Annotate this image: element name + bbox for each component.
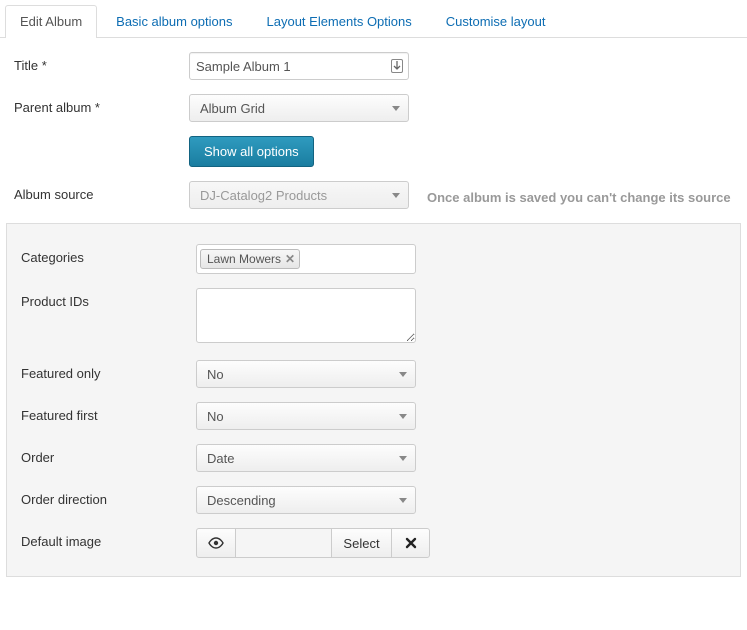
order-direction-select[interactable]: Descending xyxy=(196,486,416,514)
title-label: Title * xyxy=(14,52,189,73)
album-source-value: DJ-Catalog2 Products xyxy=(200,188,327,203)
default-image-path xyxy=(235,529,331,557)
tab-bar: Edit Album Basic album options Layout El… xyxy=(0,0,747,38)
chevron-down-icon xyxy=(392,106,400,111)
category-tag: Lawn Mowers ✕ xyxy=(200,249,300,269)
album-source-hint: Once album is saved you can't change its… xyxy=(427,185,731,205)
default-image-group: Select xyxy=(196,528,430,558)
select-image-button[interactable]: Select xyxy=(331,529,391,557)
productids-label: Product IDs xyxy=(21,288,196,309)
eye-icon xyxy=(208,537,224,549)
chevron-down-icon xyxy=(399,456,407,461)
productids-input[interactable] xyxy=(196,288,416,343)
featured-only-select[interactable]: No xyxy=(196,360,416,388)
preview-button[interactable] xyxy=(197,529,235,557)
close-icon xyxy=(405,537,417,549)
categories-input[interactable]: Lawn Mowers ✕ xyxy=(196,244,416,274)
chevron-down-icon xyxy=(399,372,407,377)
featured-only-value: No xyxy=(207,367,224,382)
default-image-label: Default image xyxy=(21,528,196,549)
category-tag-label: Lawn Mowers xyxy=(207,252,281,266)
featured-first-label: Featured first xyxy=(21,402,196,423)
tab-edit-album[interactable]: Edit Album xyxy=(5,5,97,38)
tab-layout-elements[interactable]: Layout Elements Options xyxy=(252,5,427,37)
title-input[interactable] xyxy=(189,52,409,80)
source-options-panel: Categories Lawn Mowers ✕ Product IDs Fea… xyxy=(6,223,741,577)
remove-tag-icon[interactable]: ✕ xyxy=(285,252,295,266)
featured-first-value: No xyxy=(207,409,224,424)
order-label: Order xyxy=(21,444,196,465)
show-all-options-button[interactable]: Show all options xyxy=(189,136,314,167)
order-direction-value: Descending xyxy=(207,493,276,508)
parent-album-label: Parent album * xyxy=(14,94,189,115)
clear-image-button[interactable] xyxy=(391,529,429,557)
featured-first-select[interactable]: No xyxy=(196,402,416,430)
parent-album-select[interactable]: Album Grid xyxy=(189,94,409,122)
categories-label: Categories xyxy=(21,244,196,265)
tab-basic-options[interactable]: Basic album options xyxy=(101,5,247,37)
chevron-down-icon xyxy=(399,414,407,419)
parent-album-value: Album Grid xyxy=(200,101,265,116)
chevron-down-icon xyxy=(399,498,407,503)
tab-customise-layout[interactable]: Customise layout xyxy=(431,5,561,37)
album-source-select: DJ-Catalog2 Products xyxy=(189,181,409,209)
chevron-down-icon xyxy=(392,193,400,198)
album-source-label: Album source xyxy=(14,181,189,202)
form-main: Title * Parent album * Album Grid Show a… xyxy=(0,38,747,223)
order-value: Date xyxy=(207,451,234,466)
order-select[interactable]: Date xyxy=(196,444,416,472)
featured-only-label: Featured only xyxy=(21,360,196,381)
order-direction-label: Order direction xyxy=(21,486,196,507)
